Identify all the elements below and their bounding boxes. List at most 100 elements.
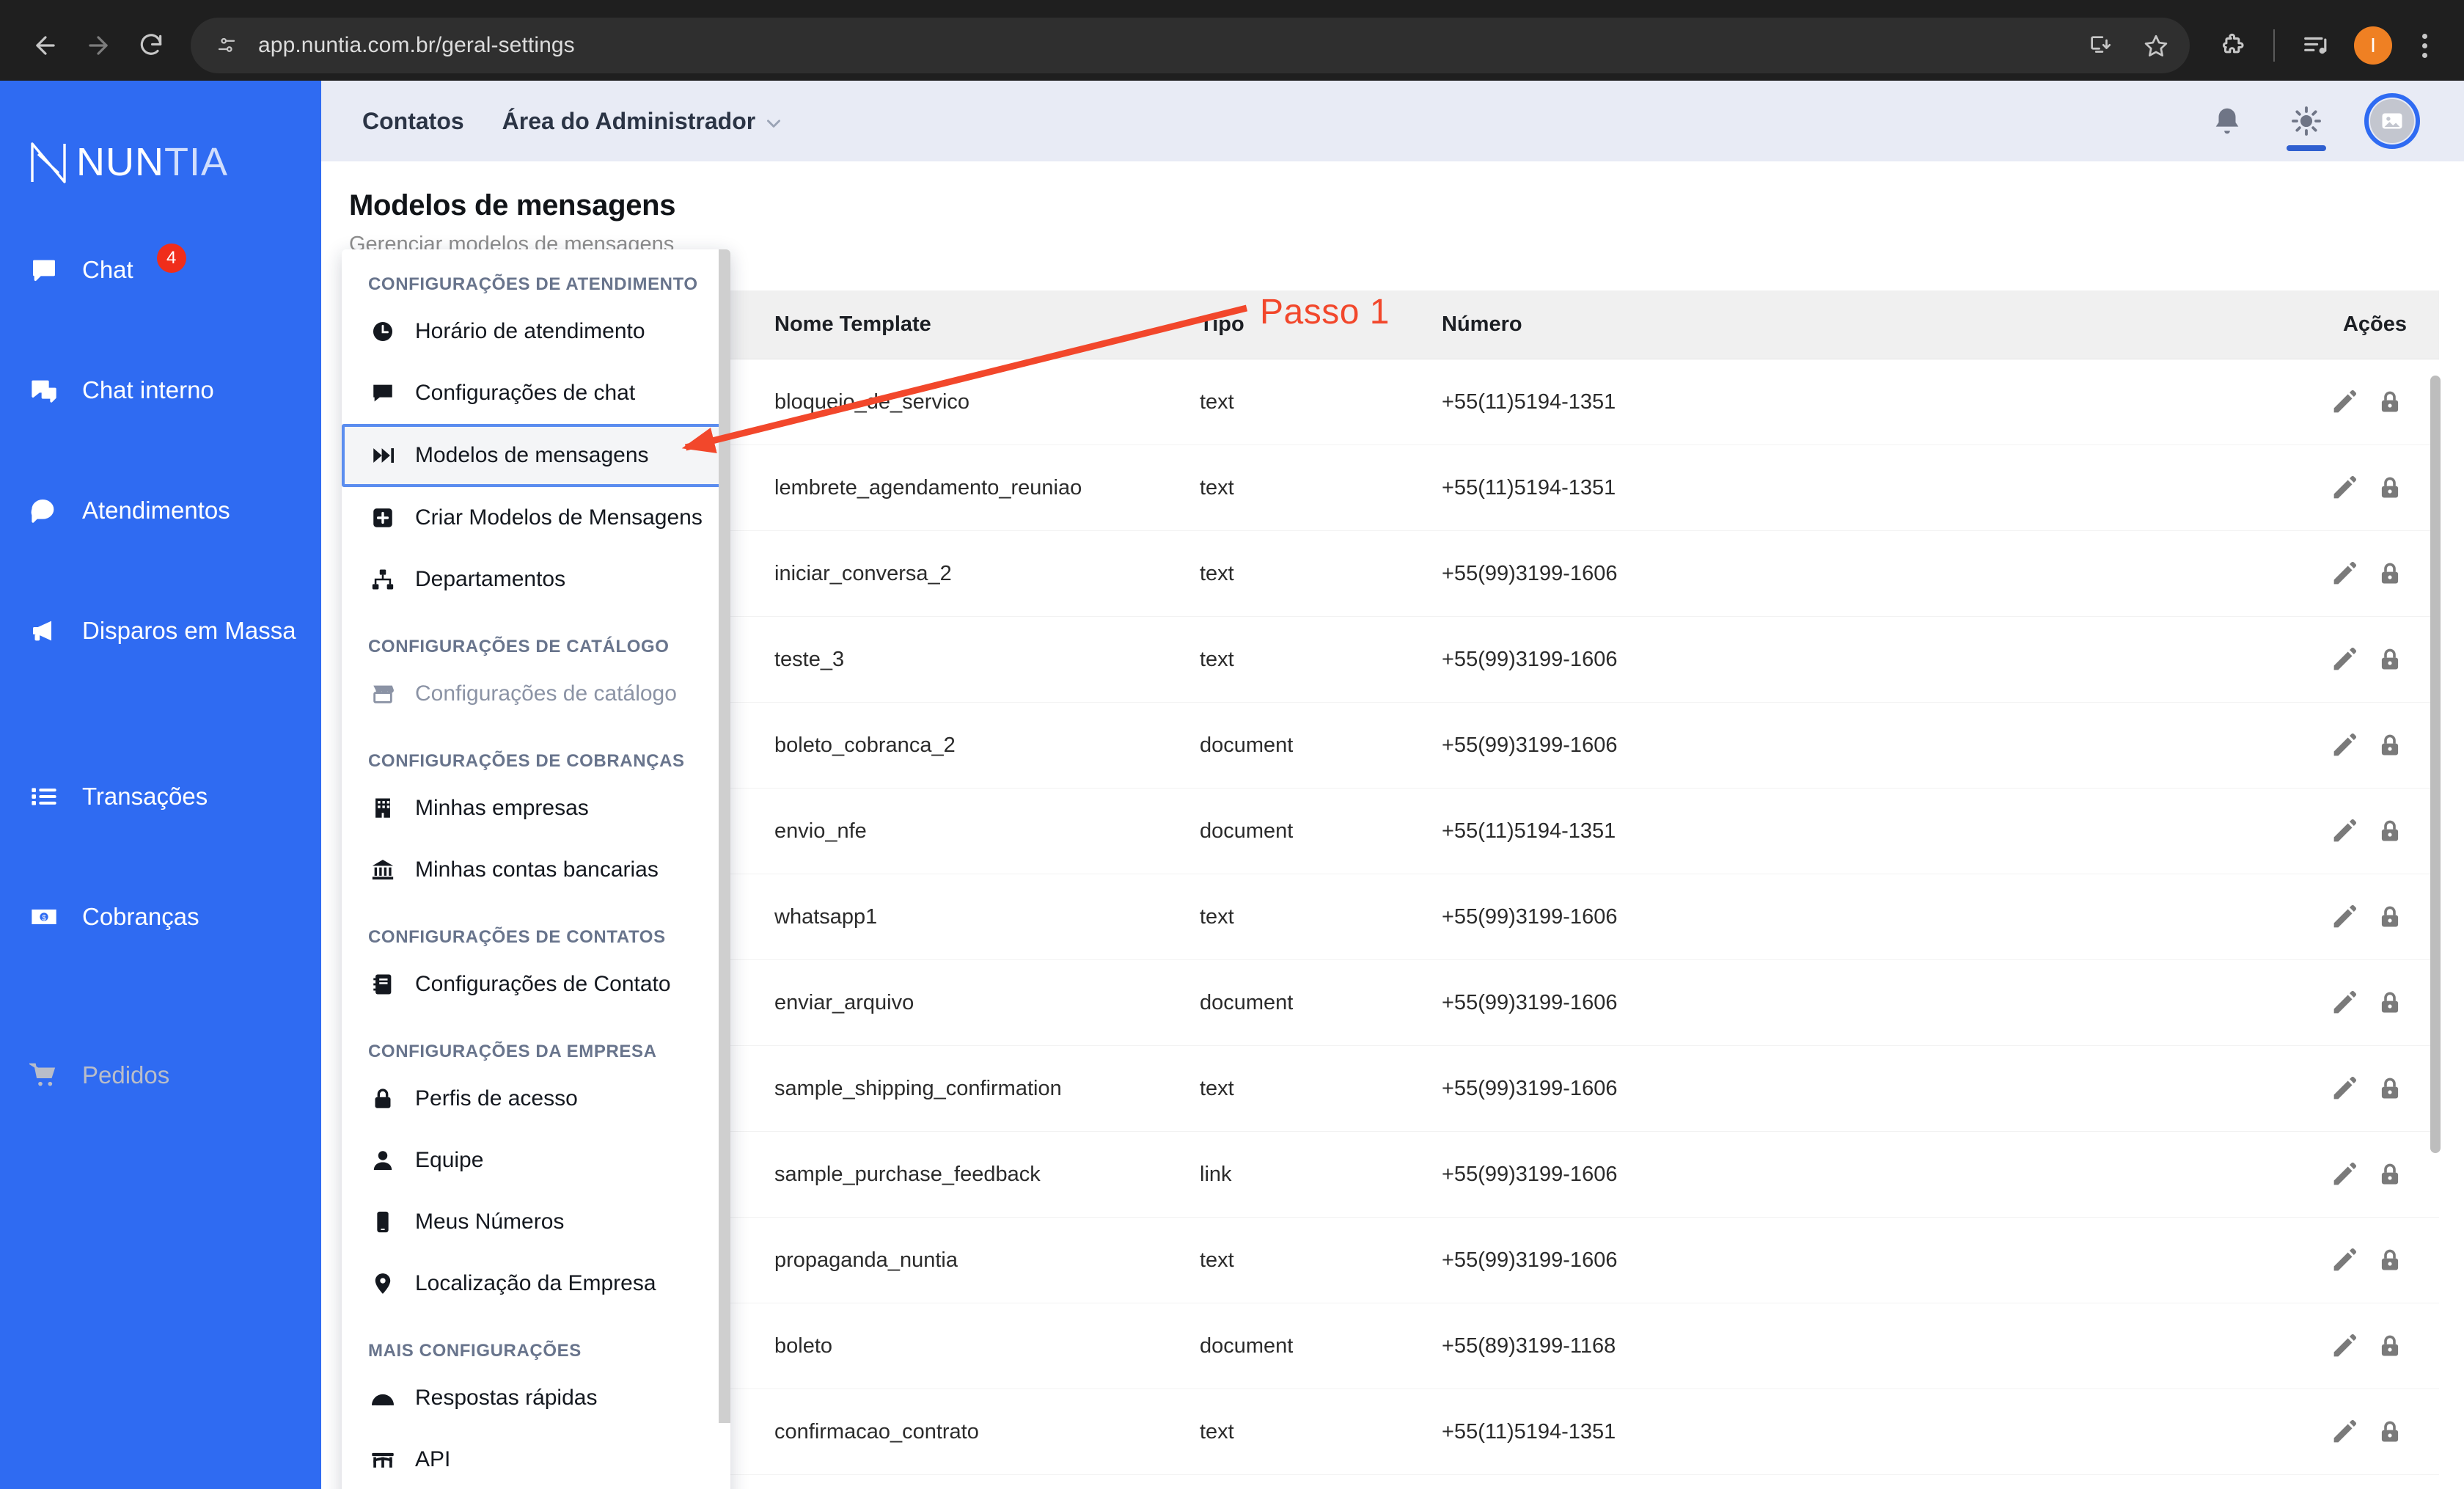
cell-acoes xyxy=(1852,1217,2439,1303)
pencil-icon[interactable] xyxy=(2322,1154,2367,1195)
lock-icon[interactable] xyxy=(2367,1154,2413,1195)
pencil-icon[interactable] xyxy=(2322,639,2367,680)
browser-tab-strip[interactable] xyxy=(0,0,2464,10)
pencil-icon[interactable] xyxy=(2322,1411,2367,1452)
list-icon xyxy=(28,780,60,813)
cell-nome-template: enviar_arquivo xyxy=(774,959,1200,1046)
lock-icon[interactable] xyxy=(2367,467,2413,508)
settings-item-departamentos[interactable]: Departamentos xyxy=(342,549,730,610)
topnav-item-contatos[interactable]: Contatos xyxy=(362,108,464,135)
user-icon xyxy=(368,1146,397,1175)
settings-item-meus-n-meros[interactable]: Meus Números xyxy=(342,1191,730,1253)
lock-icon[interactable] xyxy=(2367,381,2413,422)
column-header-tipo[interactable]: Tipo xyxy=(1200,290,1442,359)
lock-icon[interactable] xyxy=(2367,896,2413,937)
browser-toolbar: app.nuntia.com.br/geral-settings I xyxy=(0,10,2464,81)
sidebar-item-chat-interno[interactable]: Chat interno xyxy=(0,348,321,433)
settings-item-hor-rio-de-atendimento[interactable]: Horário de atendimento xyxy=(342,301,730,362)
settings-section-title: CONFIGURAÇÕES DA EMPRESA xyxy=(368,1042,657,1061)
settings-section-title: CONFIGURAÇÕES DE CONTATOS xyxy=(368,927,666,947)
settings-item-equipe[interactable]: Equipe xyxy=(342,1130,730,1191)
sidebar-item-transacoes[interactable]: Transações xyxy=(0,754,321,839)
settings-item-configura-es-de-contato[interactable]: Configurações de Contato xyxy=(342,954,730,1015)
sidebar-item-label: Transações xyxy=(82,783,208,810)
page-header: Modelos de mensagens Gerenciar modelos d… xyxy=(321,189,2464,257)
table-scrollbar[interactable] xyxy=(2430,376,2441,1153)
settings-item-localiza-o-da-empresa[interactable]: Localização da Empresa xyxy=(342,1253,730,1314)
settings-item-configura-es-de-chat[interactable]: Configurações de chat xyxy=(342,362,730,424)
bell-icon[interactable] xyxy=(2206,100,2248,142)
lock-icon xyxy=(368,1084,397,1113)
pencil-icon[interactable] xyxy=(2322,381,2367,422)
lock-icon[interactable] xyxy=(2367,982,2413,1023)
settings-item-minhas-contas-bancarias[interactable]: Minhas contas bancarias xyxy=(342,839,730,901)
kebab-menu-icon[interactable] xyxy=(2404,33,2445,58)
pencil-icon[interactable] xyxy=(2322,896,2367,937)
topnav-item-area-administrador[interactable]: Área do Administrador xyxy=(502,108,784,135)
sidebar-item-chat[interactable]: Chat 4 xyxy=(0,227,321,312)
cell-tipo: text xyxy=(1200,1045,1442,1132)
puzzle-icon[interactable] xyxy=(2206,19,2259,72)
cell-tipo: text xyxy=(1200,874,1442,960)
pencil-icon[interactable] xyxy=(2322,553,2367,594)
chevron-down-icon xyxy=(764,111,783,131)
cell-nome-template: sample_purchase_feedback xyxy=(774,1131,1200,1218)
browser-profile-avatar[interactable]: I xyxy=(2354,26,2392,65)
settings-item-perfis-de-acesso[interactable]: Perfis de acesso xyxy=(342,1068,730,1130)
back-arrow-icon[interactable] xyxy=(19,19,72,72)
bank-icon xyxy=(368,855,397,885)
lock-icon[interactable] xyxy=(2367,725,2413,766)
toolbar-divider xyxy=(2273,29,2275,62)
pencil-icon[interactable] xyxy=(2322,1240,2367,1281)
cell-tipo: text xyxy=(1200,1217,1442,1303)
settings-item-criar-modelos-de-mensagens[interactable]: Criar Modelos de Mensagens xyxy=(342,487,730,549)
settings-item-modelos-de-mensagens[interactable]: Modelos de mensagens xyxy=(342,424,726,487)
sidebar-item-cobrancas[interactable]: $ Cobranças xyxy=(0,874,321,959)
settings-item-label: Modelos de mensagens xyxy=(415,443,649,467)
sidebar-item-atendimentos[interactable]: Atendimentos xyxy=(0,468,321,553)
install-app-icon[interactable] xyxy=(2074,19,2127,72)
lock-icon[interactable] xyxy=(2367,553,2413,594)
cell-nome-template: bloqueio_de_servico xyxy=(774,359,1200,445)
pencil-icon[interactable] xyxy=(2322,725,2367,766)
column-header-numero[interactable]: Número xyxy=(1442,290,1852,359)
settings-panel-scrollbar[interactable] xyxy=(719,249,730,1423)
lock-icon[interactable] xyxy=(2367,639,2413,680)
star-icon[interactable] xyxy=(2130,19,2182,72)
forward-arrow-icon[interactable] xyxy=(72,19,125,72)
avatar[interactable] xyxy=(2364,93,2420,149)
clock-icon xyxy=(368,317,397,346)
brand-logo[interactable]: NUNTIA xyxy=(0,110,321,198)
cell-numero: +55(11)5194-1351 xyxy=(1442,788,1852,874)
gear-icon[interactable] xyxy=(2285,100,2328,151)
column-header-nome-template[interactable]: Nome Template xyxy=(774,290,1200,359)
settings-item-label: Departamentos xyxy=(415,567,566,591)
cell-acoes xyxy=(1852,1389,2439,1475)
top-navigation: Contatos Área do Administrador xyxy=(362,108,783,135)
sidebar-item-disparos-em-massa[interactable]: Disparos em Massa xyxy=(0,588,321,673)
pencil-icon[interactable] xyxy=(2322,467,2367,508)
lock-icon[interactable] xyxy=(2367,1068,2413,1109)
cell-tipo: document xyxy=(1200,1303,1442,1389)
settings-item-label: Minhas contas bancarias xyxy=(415,857,659,882)
settings-section: CONFIGURAÇÕES DE ATENDIMENTO Horário de a… xyxy=(342,274,730,610)
reload-icon[interactable] xyxy=(125,19,177,72)
address-bar[interactable]: app.nuntia.com.br/geral-settings xyxy=(191,18,2190,73)
settings-item-minhas-empresas[interactable]: Minhas empresas xyxy=(342,778,730,839)
settings-section: CONFIGURAÇÕES DE COBRANÇAS Minhas empresa… xyxy=(342,751,730,901)
settings-item-api[interactable]: API xyxy=(342,1429,730,1489)
pencil-icon[interactable] xyxy=(2322,1068,2367,1109)
pencil-icon[interactable] xyxy=(2322,1325,2367,1367)
lock-icon[interactable] xyxy=(2367,1325,2413,1367)
lock-icon[interactable] xyxy=(2367,1240,2413,1281)
settings-item-respostas-r-pidas[interactable]: Respostas rápidas xyxy=(342,1367,730,1429)
pencil-icon[interactable] xyxy=(2322,811,2367,852)
lock-icon[interactable] xyxy=(2367,811,2413,852)
lock-icon[interactable] xyxy=(2367,1411,2413,1452)
media-playlist-icon[interactable] xyxy=(2289,19,2342,72)
site-settings-icon[interactable] xyxy=(207,26,246,65)
cell-nome-template: teste_3 xyxy=(774,616,1200,703)
cell-acoes xyxy=(1852,359,2439,445)
pencil-icon[interactable] xyxy=(2322,982,2367,1023)
